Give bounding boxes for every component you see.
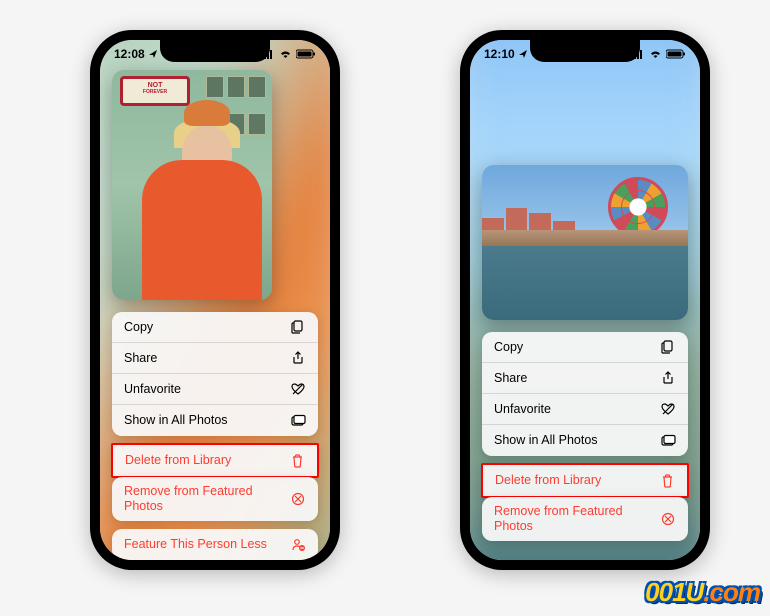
menu-delete-label: Delete from Library bbox=[125, 453, 231, 468]
context-menu: Copy Share Unfavorite Show in All Photos bbox=[482, 332, 688, 549]
context-menu: Copy Share Unfavorite Show in All Photos bbox=[112, 312, 318, 560]
share-icon bbox=[660, 370, 676, 386]
highlight-box: Delete from Library bbox=[111, 443, 319, 478]
menu-delete[interactable]: Delete from Library bbox=[483, 465, 687, 496]
menu-share-label: Share bbox=[494, 371, 527, 386]
photos-stack-icon bbox=[660, 433, 676, 449]
notch bbox=[530, 40, 640, 62]
menu-copy[interactable]: Copy bbox=[482, 332, 688, 363]
menu-share-label: Share bbox=[124, 351, 157, 366]
menu-copy[interactable]: Copy bbox=[112, 312, 318, 343]
wall-sign: NOT FOREVER bbox=[120, 76, 190, 106]
location-icon bbox=[518, 49, 528, 59]
watermark: 001U.com bbox=[645, 577, 760, 608]
menu-share[interactable]: Share bbox=[482, 363, 688, 394]
remove-circle-icon bbox=[660, 511, 676, 527]
heart-slash-icon bbox=[290, 381, 306, 397]
screen: 12:08 NOT FOREVER Copy bbox=[100, 40, 330, 560]
location-icon bbox=[148, 49, 158, 59]
menu-show-all[interactable]: Show in All Photos bbox=[482, 425, 688, 456]
menu-show-all[interactable]: Show in All Photos bbox=[112, 405, 318, 436]
status-time: 12:10 bbox=[484, 47, 528, 61]
screen: 12:10 Copy Share bbox=[470, 40, 700, 560]
phone-mockup-right: 12:10 Copy Share bbox=[460, 30, 710, 570]
heart-slash-icon bbox=[660, 401, 676, 417]
copy-icon bbox=[290, 319, 306, 335]
menu-delete-label: Delete from Library bbox=[495, 473, 601, 488]
menu-remove-featured-label: Remove from Featured Photos bbox=[494, 504, 660, 534]
menu-unfavorite-label: Unfavorite bbox=[494, 402, 551, 417]
copy-icon bbox=[660, 339, 676, 355]
menu-unfavorite[interactable]: Unfavorite bbox=[112, 374, 318, 405]
ferris-wheel bbox=[608, 177, 668, 237]
menu-unfavorite[interactable]: Unfavorite bbox=[482, 394, 688, 425]
battery-icon bbox=[296, 49, 316, 59]
notch bbox=[160, 40, 270, 62]
highlight-box: Delete from Library bbox=[481, 463, 689, 498]
menu-show-all-label: Show in All Photos bbox=[124, 413, 228, 428]
menu-remove-featured-label: Remove from Featured Photos bbox=[124, 484, 290, 514]
remove-circle-icon bbox=[290, 491, 306, 507]
menu-unfavorite-label: Unfavorite bbox=[124, 382, 181, 397]
menu-show-all-label: Show in All Photos bbox=[494, 433, 598, 448]
photos-stack-icon bbox=[290, 413, 306, 429]
status-time: 12:08 bbox=[114, 47, 158, 61]
battery-icon bbox=[666, 49, 686, 59]
photo-preview[interactable]: NOT FOREVER bbox=[112, 70, 272, 300]
menu-feature-less-label: Feature This Person Less bbox=[124, 537, 267, 552]
wifi-icon bbox=[279, 49, 292, 59]
menu-remove-featured[interactable]: Remove from Featured Photos bbox=[482, 497, 688, 541]
trash-icon bbox=[289, 453, 305, 469]
phone-mockup-left: 12:08 NOT FOREVER Copy bbox=[90, 30, 340, 570]
share-icon bbox=[290, 350, 306, 366]
menu-copy-label: Copy bbox=[494, 340, 523, 355]
menu-copy-label: Copy bbox=[124, 320, 153, 335]
wifi-icon bbox=[649, 49, 662, 59]
person-minus-icon bbox=[290, 537, 306, 553]
menu-share[interactable]: Share bbox=[112, 343, 318, 374]
menu-feature-less[interactable]: Feature This Person Less bbox=[112, 529, 318, 560]
trash-icon bbox=[659, 473, 675, 489]
menu-delete[interactable]: Delete from Library bbox=[113, 445, 317, 476]
menu-remove-featured[interactable]: Remove from Featured Photos bbox=[112, 477, 318, 521]
photo-preview[interactable] bbox=[482, 165, 688, 320]
